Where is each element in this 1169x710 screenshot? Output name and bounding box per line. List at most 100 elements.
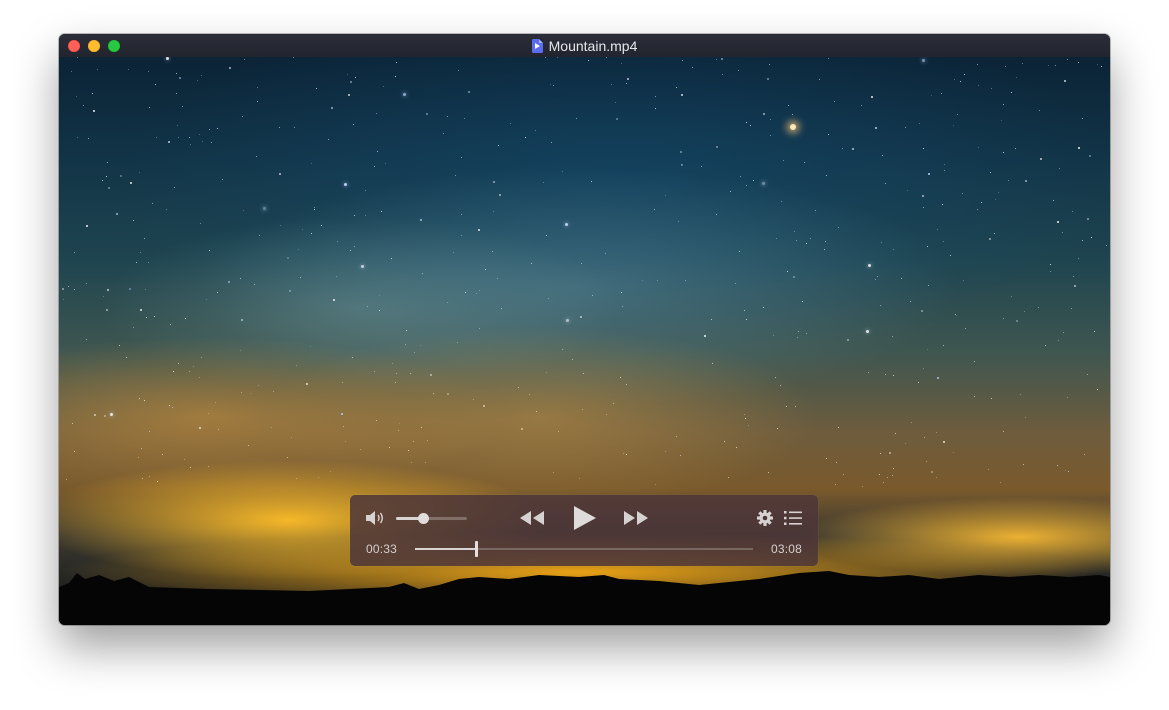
star — [525, 137, 526, 138]
star — [138, 457, 139, 458]
speaker-volume-icon[interactable] — [365, 510, 385, 526]
play-icon[interactable] — [570, 504, 598, 532]
star — [254, 284, 255, 285]
star — [828, 58, 829, 59]
star — [988, 469, 989, 470]
star — [510, 123, 511, 124]
star — [936, 477, 937, 478]
star — [880, 453, 881, 454]
star — [398, 430, 399, 431]
star — [422, 273, 423, 274]
star — [199, 377, 200, 378]
star — [953, 452, 954, 453]
star — [580, 316, 582, 318]
star — [722, 74, 723, 75]
star — [910, 301, 911, 302]
star — [1059, 168, 1060, 169]
star — [558, 431, 559, 432]
star — [93, 110, 95, 112]
star — [620, 377, 621, 378]
star — [218, 429, 219, 430]
star — [881, 242, 882, 243]
volume-slider[interactable] — [396, 517, 467, 520]
star — [716, 146, 718, 148]
star — [178, 137, 179, 138]
star — [174, 187, 175, 188]
star — [681, 94, 683, 96]
star — [106, 309, 108, 311]
star — [918, 382, 919, 383]
star — [572, 359, 573, 360]
star — [655, 96, 656, 97]
star — [960, 81, 961, 82]
star — [681, 164, 683, 166]
star — [582, 409, 583, 410]
star — [102, 180, 103, 181]
seek-bar[interactable] — [415, 548, 753, 550]
gear-icon[interactable] — [756, 509, 774, 527]
star — [189, 137, 190, 138]
star — [942, 204, 943, 205]
star — [447, 302, 448, 303]
star — [314, 209, 315, 210]
star — [543, 182, 544, 183]
window-title-text: Mountain.mp4 — [549, 38, 638, 54]
star — [465, 292, 466, 293]
star — [922, 195, 924, 197]
star — [921, 310, 923, 312]
star — [473, 399, 474, 400]
star — [1097, 64, 1098, 65]
fast-forward-icon[interactable] — [622, 509, 650, 527]
star — [824, 249, 825, 250]
star — [139, 172, 140, 173]
star — [591, 181, 592, 182]
star — [501, 308, 502, 309]
star — [1067, 59, 1068, 60]
star — [182, 106, 183, 107]
star — [461, 235, 462, 236]
list-icon[interactable] — [784, 510, 802, 526]
star — [140, 309, 142, 311]
star — [208, 413, 209, 414]
star — [242, 116, 243, 117]
star — [923, 368, 924, 369]
star — [611, 84, 612, 85]
star — [399, 423, 400, 424]
star — [724, 441, 725, 442]
star — [1091, 237, 1092, 238]
title-bar[interactable]: Mountain.mp4 — [59, 34, 1110, 57]
star — [209, 129, 210, 130]
star — [862, 486, 863, 487]
star — [345, 441, 346, 442]
star — [166, 57, 169, 60]
star — [797, 337, 798, 338]
star — [190, 144, 191, 145]
star — [420, 345, 421, 346]
star — [421, 427, 422, 428]
rewind-icon[interactable] — [518, 509, 546, 527]
star — [546, 372, 547, 373]
star — [746, 122, 747, 123]
star — [170, 324, 171, 325]
star — [177, 125, 178, 126]
star — [1057, 465, 1058, 466]
star — [1073, 276, 1074, 277]
star — [173, 371, 174, 372]
star — [796, 240, 797, 241]
star — [395, 76, 396, 77]
volume-knob[interactable] — [418, 513, 429, 524]
star — [208, 466, 209, 467]
star — [964, 74, 965, 75]
star — [926, 461, 927, 462]
star — [376, 113, 377, 114]
star — [716, 59, 717, 60]
star — [875, 279, 876, 280]
seek-playhead[interactable] — [475, 541, 478, 557]
star — [954, 79, 955, 80]
star — [197, 80, 198, 81]
star — [74, 252, 75, 253]
star — [240, 350, 241, 351]
star — [103, 296, 104, 297]
star — [927, 349, 928, 350]
star — [1050, 264, 1051, 265]
